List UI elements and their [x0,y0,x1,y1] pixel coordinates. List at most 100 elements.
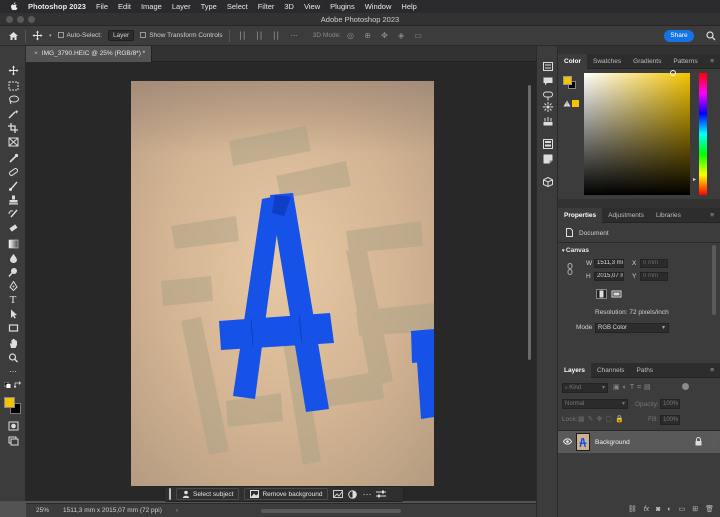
link-dimensions-icon[interactable] [567,263,573,275]
fill-input[interactable]: 100% [660,415,680,425]
home-icon[interactable] [8,31,19,41]
3d-tool-icons[interactable]: ◎ ⊕ ✥ ◈ ▭ [347,31,426,40]
color-field[interactable] [584,70,690,195]
canvas-horizontal-scrollbar[interactable] [261,509,401,513]
more-tools-icon[interactable]: ⋯ [5,365,21,378]
hue-slider-marker-icon[interactable]: ▸ [693,176,696,183]
menu-plugins[interactable]: Plugins [330,2,355,11]
menu-3d[interactable]: 3D [284,2,294,11]
width-input[interactable]: 1511,3 mm [594,259,624,268]
pen-tool-icon[interactable] [5,279,21,292]
panel-menu-icon[interactable]: ≡ [704,208,720,223]
tab-swatches[interactable]: Swatches [587,54,627,69]
landscape-orientation-button[interactable] [611,289,622,299]
canvas-image[interactable] [131,81,434,486]
filter-toggle-button[interactable] [682,383,689,390]
crop-tool-icon[interactable] [5,121,21,134]
layer-comps-panel-icon[interactable] [541,138,554,149]
eye-visibility-icon[interactable] [563,438,572,445]
remove-background-button[interactable]: Remove background [244,488,329,500]
adjustment-layer-icon[interactable] [348,489,358,499]
select-subject-button[interactable]: Select subject [176,488,240,500]
status-chevron-icon[interactable]: › [176,507,178,514]
layer-row-background[interactable]: Background [558,431,720,453]
swap-colors-icon[interactable] [13,381,22,390]
chevron-down-icon[interactable]: ▾ [49,33,52,39]
glyphs-panel-icon[interactable] [541,90,554,101]
lasso-tool-icon[interactable] [5,93,21,106]
settings-sliders-icon[interactable] [376,490,387,499]
adjustment-layer-icon[interactable]: ◐ [667,506,671,513]
lock-icon[interactable] [695,437,702,446]
y-input[interactable]: 0 mm [640,272,668,281]
close-window-button[interactable] [6,16,13,23]
zoom-window-button[interactable] [28,16,35,23]
menu-filter[interactable]: Filter [258,2,275,11]
height-input[interactable]: 2015,07 mm [594,272,624,281]
tab-patterns[interactable]: Patterns [667,54,703,69]
close-tab-icon[interactable]: × [34,50,38,57]
blend-mode-dropdown[interactable]: Normal ▾ [562,399,628,409]
menu-select[interactable]: Select [227,2,248,11]
panel-menu-icon[interactable]: ≡ [704,54,720,69]
document-tab[interactable]: × IMG_3790.HEIC @ 25% (RGB/8*) * [26,46,152,62]
screen-mode-icon[interactable] [5,434,21,447]
add-layer-style-icon[interactable]: fx [644,506,649,513]
notes-panel-icon[interactable] [541,153,554,164]
eraser-tool-icon[interactable] [5,221,21,234]
tab-layers[interactable]: Layers [558,362,591,378]
opacity-input[interactable]: 100% [660,399,680,409]
menu-edit[interactable]: Edit [118,2,131,11]
tab-paths[interactable]: Paths [630,363,659,378]
minimize-window-button[interactable] [17,16,24,23]
image-adjust-icon[interactable] [333,490,344,498]
3d-panel-icon[interactable] [541,176,554,187]
menu-window[interactable]: Window [365,2,392,11]
tab-color[interactable]: Color [558,53,587,69]
auto-select-checkbox[interactable]: Auto-Select: [57,32,102,39]
search-icon[interactable] [706,31,716,41]
dodge-tool-icon[interactable] [5,265,21,278]
type-tool-icon[interactable]: T [5,293,21,306]
history-panel-icon[interactable] [541,61,554,72]
tab-channels[interactable]: Channels [591,363,630,378]
align-icons[interactable]: ▕▏▕▏▕▏ ⋯ [236,32,301,40]
layers-scrollbar[interactable] [712,434,716,452]
new-layer-icon[interactable]: ⊞ [692,505,698,513]
tab-libraries[interactable]: Libraries [650,208,687,223]
eyedropper-tool-icon[interactable] [5,151,21,164]
gamut-color-swatch[interactable] [572,100,579,107]
blur-tool-icon[interactable] [5,251,21,264]
lock-icons[interactable]: ▦✎✥▢🔒 [578,415,627,423]
comments-panel-icon[interactable] [541,76,554,87]
properties-scrollbar[interactable] [712,245,716,315]
auto-select-target-dropdown[interactable]: Layer [107,30,135,41]
color-panel-foreground-swatch[interactable] [563,76,572,85]
quick-mask-icon[interactable] [5,419,21,432]
zoom-tool-icon[interactable] [5,351,21,364]
tab-adjustments[interactable]: Adjustments [602,208,650,223]
menu-file[interactable]: File [96,2,108,11]
color-picker-handle[interactable] [670,70,676,76]
rectangle-tool-icon[interactable] [5,321,21,334]
tab-gradients[interactable]: Gradients [627,54,667,69]
show-transform-checkbox[interactable]: Show Transform Controls [140,32,223,39]
move-tool-icon[interactable] [5,64,21,77]
brushes-panel-icon[interactable] [541,116,554,127]
default-colors-icon[interactable] [3,381,12,390]
brush-tool-icon[interactable] [5,179,21,192]
magic-wand-tool-icon[interactable]: ✦ [5,107,21,120]
layer-filter-icons[interactable]: ▣◐T⌗▤ [613,383,654,392]
canvas-section-title[interactable]: ▾ Canvas [562,247,589,254]
menu-type[interactable]: Type [201,2,217,11]
marquee-tool-icon[interactable] [5,79,21,92]
task-bar-drag-handle[interactable] [169,488,171,500]
panel-menu-icon[interactable]: ≡ [704,363,720,378]
history-brush-tool-icon[interactable] [5,207,21,220]
portrait-orientation-button[interactable] [596,289,607,299]
canvas-vertical-scrollbar[interactable] [528,85,531,360]
adjustments-panel-icon[interactable] [541,101,554,112]
hand-tool-icon[interactable] [5,337,21,350]
x-input[interactable]: 0 mm [640,259,668,268]
hue-slider[interactable] [699,73,707,195]
